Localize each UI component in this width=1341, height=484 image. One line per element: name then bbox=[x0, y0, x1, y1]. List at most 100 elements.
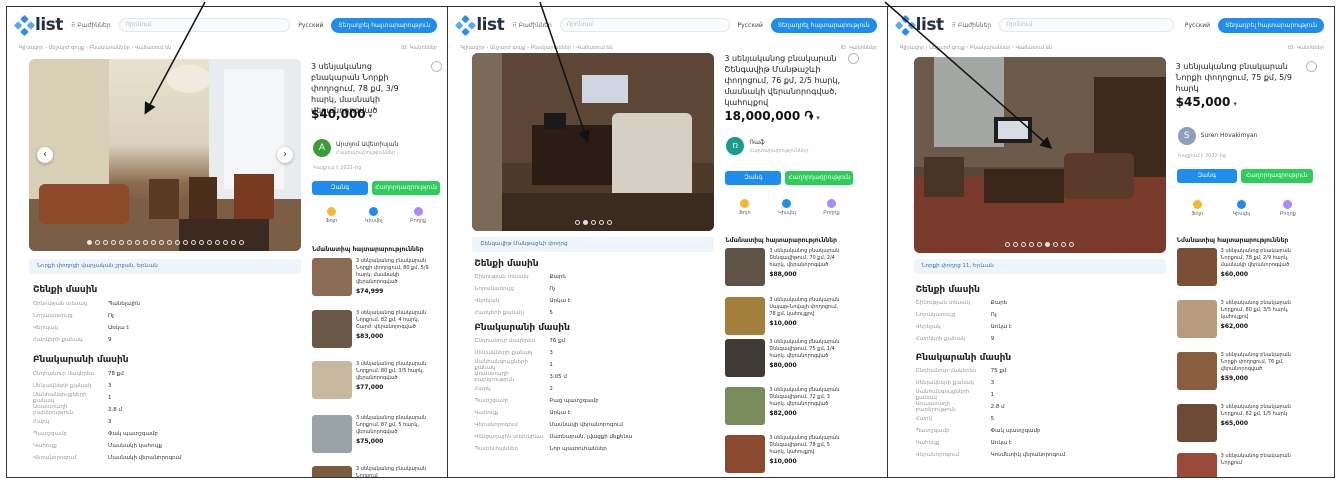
similar-thumb[interactable] bbox=[312, 361, 352, 399]
similar-item[interactable]: 3 սենյականոց բնակարան Նորքում, 80 քմ, 3/… bbox=[1176, 300, 1297, 338]
similar-thumb[interactable] bbox=[312, 466, 352, 477]
report-action[interactable]: Բողոք bbox=[410, 207, 426, 224]
listing-photo[interactable] bbox=[472, 53, 715, 231]
photo-dot[interactable] bbox=[1021, 242, 1027, 247]
post-ad-button[interactable]: Տեղադրել հայտարարություն bbox=[1218, 17, 1324, 33]
similar-item[interactable]: 3 սենյականոց բնակարան Նորքում, 78 քմ, 2/… bbox=[1176, 248, 1297, 286]
seller-card[interactable]: S Suren Hovakimyan bbox=[1177, 127, 1257, 145]
language-switch[interactable]: Русский bbox=[1185, 22, 1210, 29]
categories-menu[interactable]: ⠿ Բաժիններ bbox=[952, 22, 992, 29]
photo-dot[interactable] bbox=[1045, 242, 1051, 247]
photo-dot[interactable] bbox=[606, 220, 612, 225]
similar-item[interactable]: 3 սենյականոց բնակարան Նորքում, 80 քմ, 3/… bbox=[312, 361, 432, 399]
favorite-heart-icon[interactable] bbox=[848, 53, 860, 64]
photo-dot[interactable] bbox=[1005, 242, 1011, 247]
favorite-heart-icon[interactable] bbox=[1305, 61, 1317, 72]
similar-thumb[interactable] bbox=[312, 258, 352, 296]
seller-card[interactable]: A Արտյոմ Ավետիսյան Հայտարարություններ bbox=[313, 139, 398, 157]
similar-item[interactable]: 3 սենյականոց բնակարան Նորքի փողոցում, 76… bbox=[1176, 352, 1297, 390]
language-switch[interactable]: Русский bbox=[738, 22, 763, 29]
photo-dot[interactable] bbox=[110, 240, 116, 245]
similar-thumb[interactable] bbox=[725, 387, 766, 425]
photo-dot[interactable] bbox=[222, 240, 228, 245]
photo-dot[interactable] bbox=[238, 240, 244, 245]
language-switch[interactable]: Русский bbox=[298, 22, 323, 29]
categories-menu[interactable]: ⠿ Բաժիններ bbox=[512, 22, 552, 29]
similar-thumb[interactable] bbox=[1176, 352, 1217, 390]
breadcrumb-right[interactable]: ID: Կանոններ bbox=[1288, 45, 1324, 51]
photo-dot[interactable] bbox=[582, 220, 588, 225]
photo-pagination[interactable] bbox=[472, 220, 714, 225]
search-input[interactable]: Որոնում bbox=[999, 18, 1175, 32]
similar-item[interactable]: 3 սենյականոց բնակարան Նորքում, 87 քմ, 5 … bbox=[312, 415, 432, 453]
photo-dot[interactable] bbox=[590, 220, 596, 225]
site-logo[interactable]: list bbox=[894, 14, 944, 36]
currency-dropdown[interactable]: ▾ bbox=[816, 114, 820, 122]
breadcrumb-right[interactable]: ID: Կանոններ bbox=[841, 45, 877, 51]
breadcrumb[interactable]: Գլխավոր › Անշարժ գույք › Բնակարաններ › Վ… bbox=[460, 45, 612, 51]
photo-dot[interactable] bbox=[206, 240, 212, 245]
currency-dropdown[interactable]: ▾ bbox=[1233, 100, 1237, 108]
photo-dot[interactable] bbox=[94, 240, 100, 245]
post-ad-button[interactable]: Տեղադրել հայտարարություն bbox=[331, 17, 438, 33]
photo-dot[interactable] bbox=[574, 220, 580, 225]
similar-item[interactable]: 3 սենյականոց բնակարան Շենգավիթում, 78 քմ… bbox=[725, 435, 845, 473]
share-action[interactable]: Կիսվել bbox=[365, 207, 382, 224]
similar-item[interactable]: 3 սենյականոց բնակարան Շենգավիթում, 75 քմ… bbox=[725, 339, 845, 377]
follow-action[interactable]: Ֆոլո bbox=[739, 199, 751, 216]
message-button[interactable]: Հաղորդագրություն bbox=[372, 181, 440, 195]
similar-item[interactable]: 3 սենյականոց բնակարան Շենգավիթում, 70 քմ… bbox=[725, 248, 845, 286]
listing-photo[interactable]: ‹ › bbox=[29, 59, 301, 251]
location-box[interactable]: Նորքի փողոց 11, Երևան bbox=[913, 259, 1166, 274]
photo-dot[interactable] bbox=[1013, 242, 1019, 247]
message-button[interactable]: Հաղորդագրություն bbox=[785, 171, 854, 185]
photo-dot[interactable] bbox=[1061, 242, 1067, 247]
share-action[interactable]: Կիսվել bbox=[778, 199, 796, 216]
photo-dot[interactable] bbox=[598, 220, 604, 225]
call-button[interactable]: Զանգ bbox=[1176, 169, 1237, 183]
breadcrumb[interactable]: Գլխավոր › Անշարժ գույք › Բնակարաններ › Վ… bbox=[19, 45, 171, 51]
similar-thumb[interactable] bbox=[312, 415, 352, 453]
photo-dot[interactable] bbox=[214, 240, 220, 245]
photo-dot[interactable] bbox=[174, 240, 180, 245]
follow-action[interactable]: Ֆոլո bbox=[326, 207, 337, 224]
photo-dot[interactable] bbox=[86, 240, 92, 245]
breadcrumb-right[interactable]: ID: Կանոններ bbox=[401, 45, 437, 51]
photo-dot[interactable] bbox=[102, 240, 108, 245]
similar-item[interactable]: 3 սենյականոց բնակարան Սայաթ-Նովայի փողոց… bbox=[725, 297, 845, 335]
photo-pagination[interactable] bbox=[29, 240, 301, 245]
photo-pagination[interactable] bbox=[914, 242, 1166, 247]
share-action[interactable]: Կիսվել bbox=[1232, 200, 1250, 217]
search-input[interactable]: Որոնում bbox=[559, 18, 730, 32]
site-logo[interactable]: list bbox=[13, 14, 63, 36]
similar-thumb[interactable] bbox=[312, 310, 352, 348]
photo-dot[interactable] bbox=[230, 240, 236, 245]
photo-dot[interactable] bbox=[118, 240, 124, 245]
currency-dropdown[interactable]: ▾ bbox=[369, 112, 373, 120]
location-box[interactable]: Շենգավիթ Մանթաշևի փողոց bbox=[472, 237, 715, 252]
next-photo-button[interactable]: › bbox=[277, 147, 293, 163]
photo-dot[interactable] bbox=[1029, 242, 1035, 247]
post-ad-button[interactable]: Տեղադրել հայտարարություն bbox=[770, 17, 877, 33]
photo-dot[interactable] bbox=[126, 240, 132, 245]
call-button[interactable]: Զանգ bbox=[312, 181, 368, 195]
photo-dot[interactable] bbox=[1037, 242, 1043, 247]
similar-thumb[interactable] bbox=[1176, 404, 1217, 442]
similar-thumb[interactable] bbox=[725, 297, 766, 335]
report-action[interactable]: Բողոք bbox=[1280, 200, 1296, 217]
photo-dot[interactable] bbox=[158, 240, 164, 245]
similar-thumb[interactable] bbox=[725, 248, 766, 286]
similar-item[interactable]: 3 սենյականոց բնակարան Նորքի փողոցում, 80… bbox=[312, 258, 432, 296]
photo-dot[interactable] bbox=[1069, 242, 1075, 247]
breadcrumb[interactable]: Գլխավոր › Անշարժ գույք › Բնակարաններ › Վ… bbox=[900, 45, 1052, 51]
call-button[interactable]: Զանգ bbox=[725, 171, 782, 185]
photo-dot[interactable] bbox=[166, 240, 172, 245]
photo-dot[interactable] bbox=[134, 240, 140, 245]
search-input[interactable]: Որոնում bbox=[118, 18, 291, 32]
similar-item[interactable]: 3 սենյականոց բնակարան Նորքում bbox=[312, 466, 432, 477]
avatar[interactable]: A bbox=[313, 139, 331, 157]
site-logo[interactable]: list bbox=[455, 14, 505, 36]
similar-item[interactable]: 3 սենյականոց բնակարան Նորքում bbox=[1176, 453, 1297, 477]
photo-dot[interactable] bbox=[142, 240, 148, 245]
photo-dot[interactable] bbox=[182, 240, 188, 245]
